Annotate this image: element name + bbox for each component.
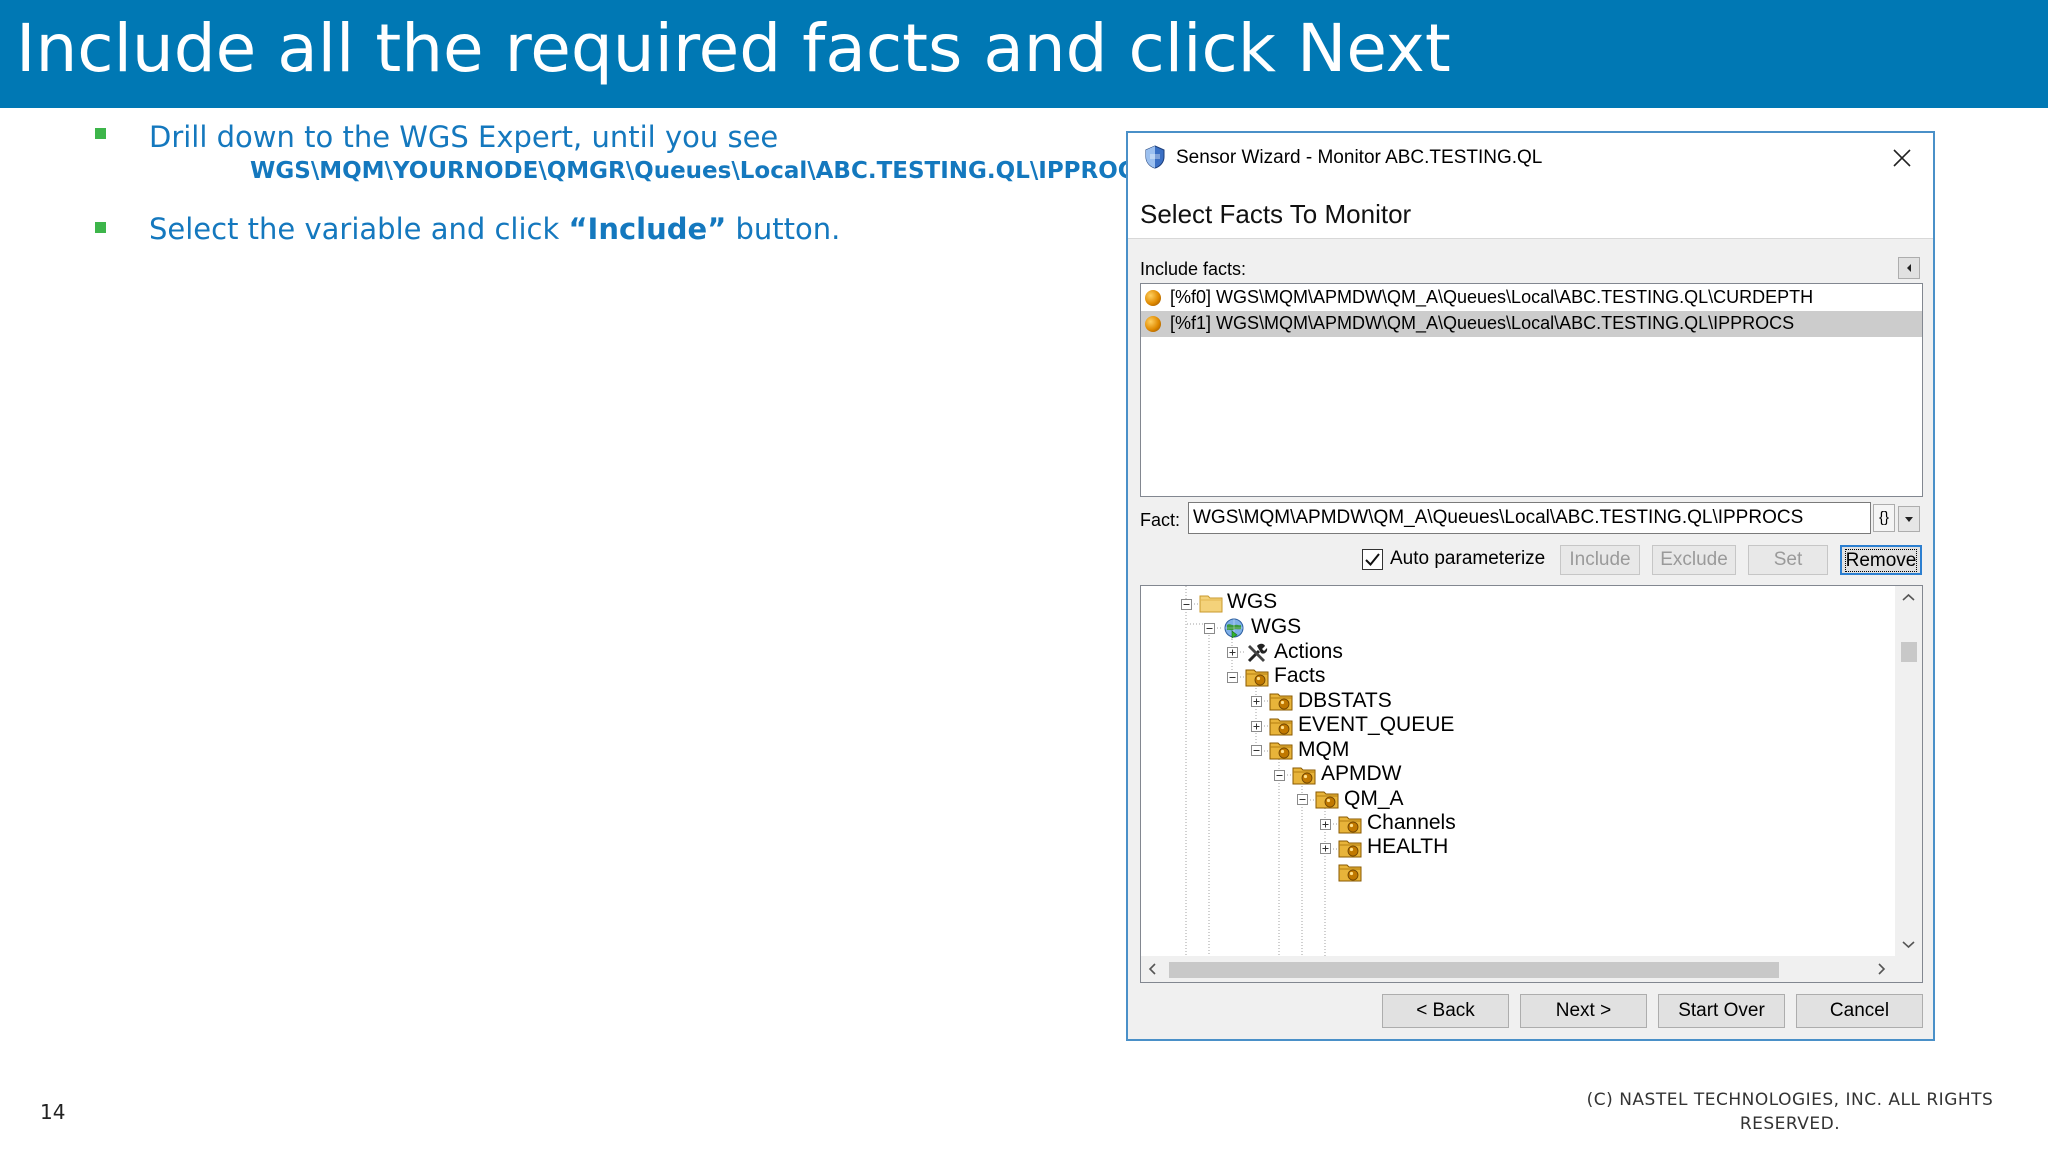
facts-folder-icon [1315, 791, 1339, 809]
bullet2-bold: “Include” [568, 212, 727, 246]
scroll-left-icon[interactable] [1143, 956, 1163, 982]
tree-node-wgs-expert[interactable]: WGS [1251, 615, 1301, 639]
start-over-button[interactable]: Start Over [1658, 994, 1785, 1028]
bullet-marker [95, 128, 106, 139]
remove-button-label: Remove [1844, 549, 1918, 572]
horizontal-scroll-thumb[interactable] [1169, 962, 1779, 978]
copyright-notice: (C) NASTEL TECHNOLOGIES, INC. ALL RIGHTS… [1586, 1090, 1994, 1134]
tree-node-facts[interactable]: Facts [1274, 664, 1325, 688]
set-button[interactable]: Set [1748, 545, 1828, 575]
close-icon[interactable] [1884, 141, 1920, 175]
folder-icon [1199, 595, 1223, 613]
facts-folder-icon [1269, 693, 1293, 711]
collapse-toggle [1251, 745, 1262, 756]
fact-tree[interactable]: WGS WGS Actions Facts DBSTATS EVENT_QUEU… [1140, 585, 1923, 983]
tree-node-actions[interactable]: Actions [1274, 640, 1343, 664]
facts-folder-icon [1338, 840, 1362, 858]
facts-folder-icon [1269, 718, 1293, 736]
tree-node-channels[interactable]: Channels [1367, 811, 1456, 835]
remove-button[interactable]: Remove [1840, 545, 1922, 575]
expand-toggle [1320, 843, 1331, 854]
next-button[interactable]: Next > [1520, 994, 1647, 1028]
parameter-braces-button[interactable]: {} [1873, 504, 1895, 532]
dialog-header: Select Facts To Monitor [1128, 183, 1933, 239]
fact-row[interactable]: [%f0] WGS\MQM\APMDW\QM_A\Queues\Local\AB… [1141, 285, 1922, 311]
bullet-marker [95, 222, 106, 233]
facts-folder-icon [1245, 669, 1269, 687]
included-facts-list[interactable]: [%f0] WGS\MQM\APMDW\QM_A\Queues\Local\AB… [1140, 283, 1923, 497]
tree-vertical-scrollbar[interactable] [1895, 586, 1922, 956]
tree-horizontal-scrollbar[interactable] [1141, 956, 1922, 982]
include-facts-label: Include facts: [1140, 259, 1247, 279]
chevron-down-icon [1905, 517, 1913, 522]
vertical-scroll-thumb[interactable] [1901, 642, 1917, 662]
expand-toggle [1227, 647, 1238, 658]
fact-bullet-icon [1145, 316, 1161, 332]
bullet-fact-path: WGS\MQM\YOURNODE\QMGR\Queues\Local\ABC.T… [250, 158, 1152, 184]
collapse-toggle [1204, 623, 1215, 634]
tree-node-apmdw[interactable]: APMDW [1321, 762, 1402, 786]
auto-parameterize-checkbox[interactable] [1362, 549, 1383, 570]
collapse-toggle [1227, 672, 1238, 683]
fact-path-input[interactable] [1188, 502, 1871, 534]
scroll-right-icon[interactable] [1871, 956, 1891, 982]
auto-parameterize-label: Auto parameterize [1390, 548, 1546, 569]
bullet-select-include: Select the variable and click “Include” … [149, 212, 840, 246]
scroll-down-icon[interactable] [1895, 934, 1922, 954]
cancel-button[interactable]: Cancel [1796, 994, 1923, 1028]
tree-node-wgs-root[interactable]: WGS [1227, 590, 1277, 614]
facts-folder-icon [1338, 864, 1362, 882]
exclude-button[interactable]: Exclude [1652, 545, 1736, 575]
slide-title-bar: Include all the required facts and click… [0, 0, 2048, 108]
collapse-panel-button[interactable] [1898, 257, 1920, 279]
tree-node-health[interactable]: HEALTH [1367, 835, 1448, 859]
scroll-up-icon[interactable] [1895, 588, 1922, 608]
expand-toggle [1320, 819, 1331, 830]
dialog-heading: Select Facts To Monitor [1140, 199, 1412, 229]
facts-folder-icon [1292, 767, 1316, 785]
collapse-toggle [1181, 599, 1192, 610]
page-number: 14 [40, 1100, 66, 1124]
tools-icon [1246, 642, 1268, 664]
fact-row-text: [%f0] WGS\MQM\APMDW\QM_A\Queues\Local\AB… [1170, 287, 1814, 307]
collapse-toggle [1274, 770, 1285, 781]
globe-icon [1224, 618, 1244, 639]
tree-node-qm-a[interactable]: QM_A [1344, 787, 1404, 811]
slide-title: Include all the required facts and click… [16, 10, 1451, 87]
collapse-toggle [1297, 794, 1308, 805]
tree-node-mqm[interactable]: MQM [1298, 738, 1349, 762]
checkmark-icon [1365, 553, 1380, 566]
sensor-wizard-dialog: Sensor Wizard - Monitor ABC.TESTING.QL S… [1126, 131, 1935, 1041]
fact-bullet-icon [1145, 290, 1161, 306]
bullet-drill-down: Drill down to the WGS Expert, until you … [149, 120, 779, 154]
facts-folder-icon [1338, 816, 1362, 834]
facts-folder-icon [1269, 742, 1293, 760]
tree-structure [1181, 586, 1362, 956]
chevron-left-icon [1907, 264, 1911, 272]
include-button[interactable]: Include [1560, 545, 1640, 575]
fact-dropdown-button[interactable] [1898, 506, 1920, 532]
fact-row-selected[interactable]: [%f1] WGS\MQM\APMDW\QM_A\Queues\Local\AB… [1141, 311, 1922, 337]
bullet2-pre: Select the variable and click [149, 212, 569, 246]
expand-toggle [1251, 696, 1262, 707]
tree-node-event-queue[interactable]: EVENT_QUEUE [1298, 713, 1454, 737]
shield-app-icon [1145, 145, 1165, 169]
dialog-title-bar: Sensor Wizard - Monitor ABC.TESTING.QL [1128, 133, 1933, 183]
bullet2-post: button. [726, 212, 841, 246]
back-button[interactable]: < Back [1382, 994, 1509, 1028]
fact-field-label: Fact: [1140, 510, 1181, 530]
dialog-title: Sensor Wizard - Monitor ABC.TESTING.QL [1176, 147, 1543, 168]
tree-node-dbstats[interactable]: DBSTATS [1298, 689, 1392, 713]
expand-toggle [1251, 721, 1262, 732]
fact-row-text: [%f1] WGS\MQM\APMDW\QM_A\Queues\Local\AB… [1170, 313, 1795, 333]
